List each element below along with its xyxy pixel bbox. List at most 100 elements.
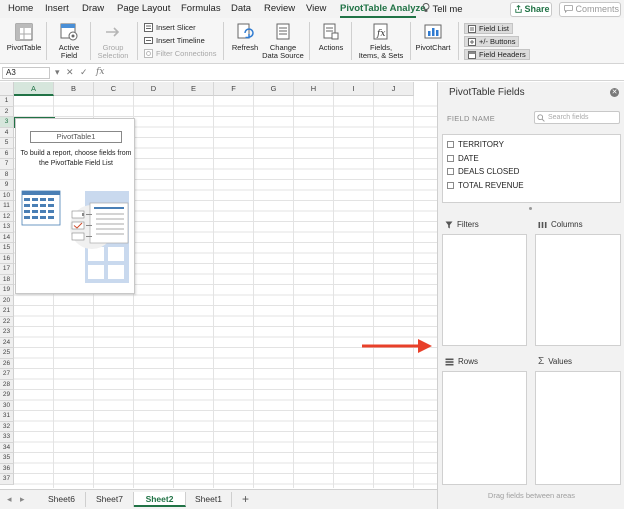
row-header[interactable]: 23 [0, 327, 14, 338]
row-header[interactable]: 3 [0, 117, 14, 128]
change-data-source-button[interactable]: Change Data Source [262, 22, 304, 60]
select-all-corner[interactable] [0, 82, 14, 96]
tab-formulas[interactable]: Formulas [181, 3, 221, 14]
pivot-table-placeholder[interactable]: PivotTable1 To build a report, choose fi… [15, 118, 135, 294]
column-header[interactable]: D [134, 82, 174, 96]
name-box[interactable]: A3 [2, 67, 50, 79]
column-header[interactable]: C [94, 82, 134, 96]
column-header[interactable]: A [14, 82, 54, 96]
field-list-toggle[interactable]: Field List [464, 23, 514, 34]
field-checkbox[interactable] [447, 182, 454, 189]
field-item-date[interactable]: DATE [447, 154, 479, 163]
row-header[interactable]: 36 [0, 463, 14, 474]
sheet-tab-sheet6[interactable]: Sheet6 [38, 492, 86, 507]
confirm-icon[interactable]: ✓ [80, 67, 88, 78]
tab-data[interactable]: Data [231, 3, 251, 14]
sheet-tab-sheet1[interactable]: Sheet1 [186, 492, 232, 507]
tab-page-layout[interactable]: Page Layout [117, 3, 170, 14]
close-icon[interactable]: ✕ [610, 88, 619, 97]
field-item-territory[interactable]: TERRITORY [447, 140, 504, 149]
row-header[interactable]: 37 [0, 474, 14, 485]
row-header[interactable]: 8 [0, 169, 14, 180]
tab-view[interactable]: View [306, 3, 326, 14]
row-header[interactable]: 4 [0, 127, 14, 138]
comments-button[interactable]: Comments [559, 2, 621, 17]
row-header[interactable]: 32 [0, 421, 14, 432]
tell-me[interactable]: Tell me [422, 3, 463, 15]
row-header[interactable]: 26 [0, 358, 14, 369]
row-header[interactable]: 5 [0, 138, 14, 149]
pane-splitter-handle[interactable] [529, 207, 532, 210]
row-header[interactable]: 15 [0, 243, 14, 254]
row-header[interactable]: 21 [0, 306, 14, 317]
rows-drop-zone[interactable] [442, 371, 527, 485]
search-fields-input[interactable]: Search fields [534, 111, 620, 124]
row-header[interactable]: 33 [0, 432, 14, 443]
pivottable-button[interactable]: PivotTable [6, 22, 42, 52]
row-header[interactable]: 6 [0, 148, 14, 159]
row-header[interactable]: 2 [0, 106, 14, 117]
field-item-deals-closed[interactable]: DEALS CLOSED [447, 167, 519, 176]
row-header[interactable]: 27 [0, 369, 14, 380]
insert-slicer-button[interactable]: Insert Slicer [144, 23, 196, 32]
fields-items-sets-button[interactable]: fx Fields, Items, & Sets [356, 22, 406, 60]
group-selection-button[interactable]: Group Selection [96, 22, 130, 60]
column-header[interactable]: E [174, 82, 214, 96]
refresh-button[interactable]: Refresh [228, 22, 262, 52]
column-header[interactable]: F [214, 82, 254, 96]
previous-sheet-icon[interactable]: ◂ [7, 494, 12, 505]
tab-draw[interactable]: Draw [82, 3, 104, 14]
row-header[interactable]: 25 [0, 348, 14, 359]
row-header[interactable]: 28 [0, 379, 14, 390]
field-checkbox[interactable] [447, 168, 454, 175]
next-sheet-icon[interactable]: ▸ [20, 494, 25, 505]
cancel-icon[interactable]: ✕ [66, 67, 74, 78]
column-header[interactable]: B [54, 82, 94, 96]
field-checkbox[interactable] [447, 155, 454, 162]
tab-review[interactable]: Review [264, 3, 295, 14]
row-header[interactable]: 31 [0, 411, 14, 422]
columns-drop-zone[interactable] [535, 234, 621, 346]
row-header[interactable]: 12 [0, 211, 14, 222]
filter-connections-button[interactable]: Filter Connections [144, 49, 216, 58]
plus-minus-buttons-toggle[interactable]: +/- Buttons [464, 36, 520, 47]
field-item-total-revenue[interactable]: TOTAL REVENUE [447, 181, 524, 190]
column-header[interactable]: I [334, 82, 374, 96]
column-header[interactable]: H [294, 82, 334, 96]
row-header[interactable]: 9 [0, 180, 14, 191]
filters-drop-zone[interactable] [442, 234, 527, 346]
add-sheet-button[interactable]: + [242, 492, 249, 506]
tab-home[interactable]: Home [8, 3, 33, 14]
row-header[interactable]: 22 [0, 316, 14, 327]
row-header[interactable]: 14 [0, 232, 14, 243]
row-header[interactable]: 24 [0, 337, 14, 348]
field-headers-toggle[interactable]: Field Headers [464, 49, 530, 60]
sheet-tab-sheet7[interactable]: Sheet7 [86, 492, 134, 507]
insert-timeline-button[interactable]: Insert Timeline [144, 36, 205, 45]
column-header[interactable]: G [254, 82, 294, 96]
row-header[interactable]: 10 [0, 190, 14, 201]
row-header[interactable]: 35 [0, 453, 14, 464]
column-header[interactable]: J [374, 82, 414, 96]
row-header[interactable]: 19 [0, 285, 14, 296]
row-header[interactable]: 1 [0, 96, 14, 107]
name-box-dropdown-icon[interactable]: ▾ [55, 67, 60, 78]
tab-insert[interactable]: Insert [45, 3, 69, 14]
row-header[interactable]: 20 [0, 295, 14, 306]
row-header[interactable]: 18 [0, 274, 14, 285]
row-header[interactable]: 17 [0, 264, 14, 275]
share-button[interactable]: Share [510, 2, 552, 17]
row-header[interactable]: 29 [0, 390, 14, 401]
row-header[interactable]: 13 [0, 222, 14, 233]
sheet-tab-sheet2[interactable]: Sheet2 [134, 492, 186, 507]
row-header[interactable]: 11 [0, 201, 14, 212]
row-header[interactable]: 34 [0, 442, 14, 453]
active-field-button[interactable]: Active Field [54, 22, 84, 60]
pivotchart-button[interactable]: PivotChart [414, 22, 452, 52]
row-header[interactable]: 30 [0, 400, 14, 411]
row-header[interactable]: 7 [0, 159, 14, 170]
insert-function-icon[interactable]: fx [96, 67, 104, 77]
row-header[interactable]: 16 [0, 253, 14, 264]
values-drop-zone[interactable] [535, 371, 621, 485]
spreadsheet-grid[interactable]: ABCDEFGHIJ 1 2 3 4 5 6 7 8 9 10 11 12 13 14 15 16 17 18 19… [0, 82, 437, 488]
